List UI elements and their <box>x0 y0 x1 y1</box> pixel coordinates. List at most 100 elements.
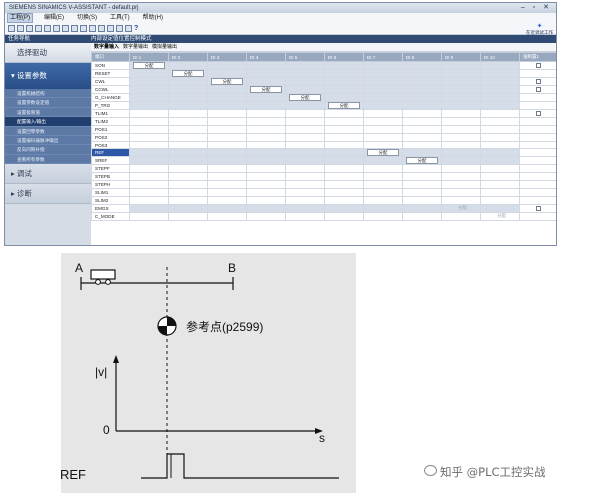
sidebar-subitem[interactable]: 查看所有参数 <box>5 154 91 165</box>
di-cell[interactable] <box>441 164 481 174</box>
di-cell[interactable]: 分配 <box>285 93 325 102</box>
di-cell[interactable] <box>363 69 403 78</box>
di-cell[interactable] <box>129 124 169 134</box>
paste-icon[interactable] <box>62 25 69 32</box>
di-cell[interactable] <box>324 196 364 205</box>
di-cell[interactable] <box>324 69 364 78</box>
di-cell[interactable] <box>207 148 247 158</box>
di-cell[interactable] <box>246 101 286 110</box>
di-cell[interactable] <box>402 211 442 221</box>
di-cell[interactable] <box>246 124 286 134</box>
di-cell[interactable] <box>246 93 286 102</box>
di-cell[interactable] <box>207 172 247 182</box>
di-cell[interactable] <box>285 196 325 205</box>
di-cell[interactable] <box>441 116 481 126</box>
di-cell[interactable] <box>168 140 208 150</box>
di-cell[interactable] <box>480 188 520 198</box>
di-cell[interactable]: 分配 <box>168 69 208 78</box>
sidebar-subitem[interactable]: 设置回零参数 <box>5 126 91 136</box>
di-cell[interactable] <box>441 124 481 134</box>
di-cell[interactable] <box>324 85 364 94</box>
di-cell[interactable] <box>207 196 247 205</box>
table-row[interactable]: CCWL 分配 <box>91 85 556 94</box>
table-row[interactable]: SLIM2 <box>91 196 556 205</box>
di-cell[interactable] <box>480 101 520 110</box>
di-cell[interactable] <box>129 164 169 174</box>
di-cell[interactable] <box>402 140 442 150</box>
di-cell[interactable] <box>441 85 481 94</box>
table-row[interactable]: STEPB <box>91 172 556 182</box>
di-cell[interactable] <box>168 164 208 174</box>
window-controls[interactable]: – ▫ ✕ <box>521 3 552 13</box>
di-cell[interactable] <box>402 188 442 198</box>
di-cell[interactable] <box>441 148 481 158</box>
di-cell[interactable] <box>324 124 364 134</box>
di-cell[interactable] <box>441 211 481 221</box>
force-one-checkbox[interactable] <box>535 79 541 85</box>
di-cell[interactable] <box>168 116 208 126</box>
di-cell[interactable] <box>324 132 364 142</box>
di-cell[interactable] <box>480 69 520 78</box>
sidebar-select-drive[interactable]: 选择驱动 <box>5 43 91 63</box>
di-cell[interactable] <box>324 109 364 118</box>
di-cell[interactable] <box>402 77 442 86</box>
di-cell[interactable] <box>246 132 286 142</box>
di-cell[interactable] <box>324 77 364 86</box>
table-row[interactable]: SON 分配 <box>91 61 556 70</box>
assign-button[interactable]: 分配 <box>406 157 438 164</box>
di-cell[interactable] <box>441 140 481 150</box>
di-cell[interactable] <box>129 140 169 150</box>
table-row[interactable]: TLIM1 <box>91 109 556 118</box>
table-row[interactable]: TLIM2 <box>91 116 556 126</box>
di-cell[interactable] <box>441 101 481 110</box>
di-cell[interactable] <box>285 85 325 94</box>
di-cell[interactable] <box>168 172 208 182</box>
di-cell[interactable] <box>129 93 169 102</box>
di-cell[interactable]: 分配 <box>207 77 247 86</box>
di-cell[interactable] <box>324 140 364 150</box>
sidebar-subitem[interactable]: 配置输入/输出 <box>5 117 91 127</box>
io-subtab[interactable]: 数字量输出 <box>123 43 148 51</box>
di-cell[interactable] <box>168 124 208 134</box>
di-cell[interactable]: 分配 <box>402 156 442 166</box>
di-cell[interactable] <box>363 77 403 86</box>
di-cell[interactable] <box>285 69 325 78</box>
sidebar-subitem[interactable]: 设置编码器脉冲输出 <box>5 135 91 146</box>
help-icon[interactable]: ? <box>134 25 141 32</box>
di-cell[interactable] <box>168 196 208 205</box>
assign-button[interactable]: 分配 <box>328 102 360 109</box>
di-cell[interactable] <box>324 148 364 158</box>
di-cell[interactable] <box>246 211 286 221</box>
di-cell[interactable] <box>246 164 286 174</box>
di-cell[interactable] <box>168 156 208 166</box>
di-cell[interactable] <box>285 180 325 190</box>
di-cell[interactable] <box>246 180 286 190</box>
di-cell[interactable] <box>168 211 208 221</box>
di-cell[interactable] <box>324 188 364 198</box>
di-cell[interactable] <box>480 164 520 174</box>
assign-button[interactable]: 分配 <box>211 78 243 85</box>
table-row[interactable]: STEPF <box>91 164 556 174</box>
di-cell[interactable] <box>324 164 364 174</box>
di-cell[interactable] <box>207 124 247 134</box>
di-cell[interactable] <box>363 132 403 142</box>
di-cell[interactable] <box>285 140 325 150</box>
di-cell[interactable] <box>363 172 403 182</box>
di-cell[interactable] <box>363 109 403 118</box>
new-icon[interactable] <box>8 25 15 32</box>
di-cell[interactable] <box>363 140 403 150</box>
di-cell[interactable] <box>441 77 481 86</box>
di-cell[interactable] <box>285 188 325 198</box>
di-cell[interactable] <box>324 211 364 221</box>
sidebar-diagnose[interactable]: ▸ 诊断 <box>5 184 91 205</box>
di-cell[interactable] <box>402 196 442 205</box>
di-cell[interactable] <box>402 69 442 78</box>
di-cell[interactable] <box>363 188 403 198</box>
di-cell[interactable] <box>441 93 481 102</box>
di-cell[interactable] <box>285 77 325 86</box>
di-cell[interactable] <box>285 116 325 126</box>
di-cell[interactable] <box>246 109 286 118</box>
sidebar-set-params[interactable]: ▾ 设置参数 <box>5 63 91 89</box>
di-cell[interactable] <box>480 124 520 134</box>
table-row[interactable]: SREF 分配 <box>91 156 556 166</box>
